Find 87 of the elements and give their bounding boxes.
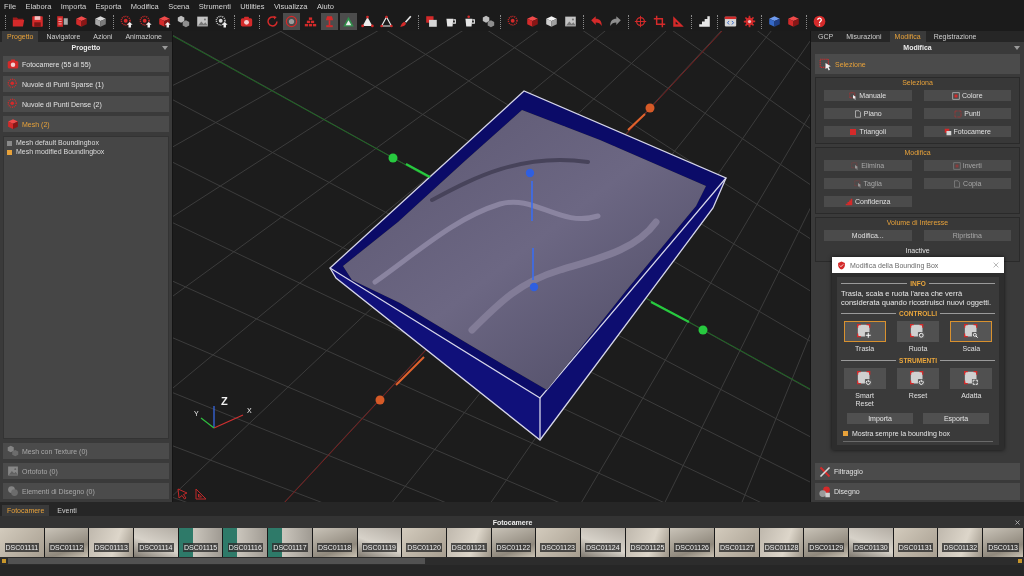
rotate-icon [265, 15, 279, 28]
point-cloud-icon [138, 15, 152, 28]
blocks-icon [303, 15, 317, 28]
tool-button[interactable] [950, 368, 993, 389]
brush-icon [398, 15, 412, 28]
cursor-grid-icon [819, 57, 832, 71]
axis-handle[interactable] [627, 103, 655, 131]
point-cloud-icon [7, 98, 19, 110]
square-icon [951, 91, 960, 100]
help-icon [812, 15, 826, 28]
cursor-grid-icon [853, 179, 862, 188]
page-icon [953, 179, 962, 188]
magnifier-icon [963, 324, 979, 339]
cubes-icon [481, 15, 495, 28]
redo-icon [608, 15, 622, 28]
move-icon [857, 324, 873, 339]
cube-icon [157, 15, 171, 28]
circles-icon [7, 485, 19, 497]
shield-icon [837, 260, 846, 270]
stack-icon [424, 15, 438, 28]
cube-icon [94, 15, 108, 28]
crosshair-icon [634, 15, 648, 28]
toolbar-button[interactable] [377, 13, 395, 30]
camera-icon [7, 58, 19, 70]
dropdown-arrow-icon[interactable] [162, 45, 168, 50]
rotate-icon [910, 324, 926, 339]
point-cloud-icon [119, 15, 133, 28]
square-icon [849, 127, 858, 136]
tool-button[interactable] [897, 368, 939, 389]
tool-button[interactable] [843, 321, 886, 342]
close-icon[interactable] [1015, 519, 1020, 525]
picture-icon [564, 15, 578, 28]
toolbar-button[interactable] [358, 13, 376, 30]
cubes-icon [176, 15, 190, 28]
cube-icon [545, 15, 559, 28]
triangles-icon [341, 15, 355, 28]
cursor-grid-icon [851, 161, 860, 170]
point-cloud-icon [7, 78, 19, 90]
toolbar-button[interactable] [339, 13, 357, 30]
tool-button[interactable] [950, 321, 993, 342]
checkbox[interactable] [843, 431, 848, 436]
sphere-icon [214, 15, 228, 28]
cube-icon [787, 15, 801, 28]
dropdown-arrow-icon[interactable] [1014, 45, 1020, 50]
cursor-icon[interactable] [177, 488, 188, 500]
dotted-square-icon [954, 109, 963, 118]
triangle-outline-icon [379, 15, 393, 28]
cubes-icon [7, 445, 19, 457]
scrollbar-thumb[interactable] [8, 558, 425, 564]
code-window-icon [723, 15, 737, 28]
power-icon [910, 371, 926, 386]
shapes-icon [819, 485, 831, 498]
tool-button[interactable] [897, 321, 939, 342]
cube-icon [75, 15, 89, 28]
stairs-icon [845, 197, 854, 206]
cube-icon [526, 15, 540, 28]
crop-icon [653, 15, 667, 28]
axis-handle[interactable] [650, 301, 708, 335]
power-icon [857, 371, 873, 386]
axis-handle[interactable] [388, 153, 431, 178]
point-cloud-icon [507, 15, 521, 28]
axis-handle[interactable] [529, 247, 539, 292]
triangle-icon [360, 15, 374, 28]
cursor-grid-icon [849, 91, 858, 100]
undo-icon [589, 15, 603, 28]
panel-icon [56, 15, 70, 28]
square-icon [952, 161, 961, 170]
tool-button[interactable] [843, 368, 886, 389]
target-icon [284, 15, 298, 28]
axis-gizmo [200, 405, 244, 429]
fit-icon [963, 371, 979, 386]
cube-icon [768, 15, 782, 28]
camera-icon [240, 15, 254, 28]
settings-icon [742, 15, 756, 28]
folder-icon [11, 15, 25, 28]
toolbar-button[interactable] [282, 13, 300, 30]
axis-label: Z [221, 395, 228, 407]
cube-icon [7, 118, 19, 130]
crossed-tools-icon [819, 465, 831, 478]
stack-icon [943, 127, 952, 136]
page-icon [853, 109, 862, 118]
axis-handle[interactable] [375, 356, 425, 405]
picture-icon [7, 465, 19, 477]
picture-icon [195, 15, 209, 28]
save-icon [30, 15, 44, 28]
axis-handle[interactable] [525, 168, 535, 222]
stairs-icon [697, 15, 711, 28]
